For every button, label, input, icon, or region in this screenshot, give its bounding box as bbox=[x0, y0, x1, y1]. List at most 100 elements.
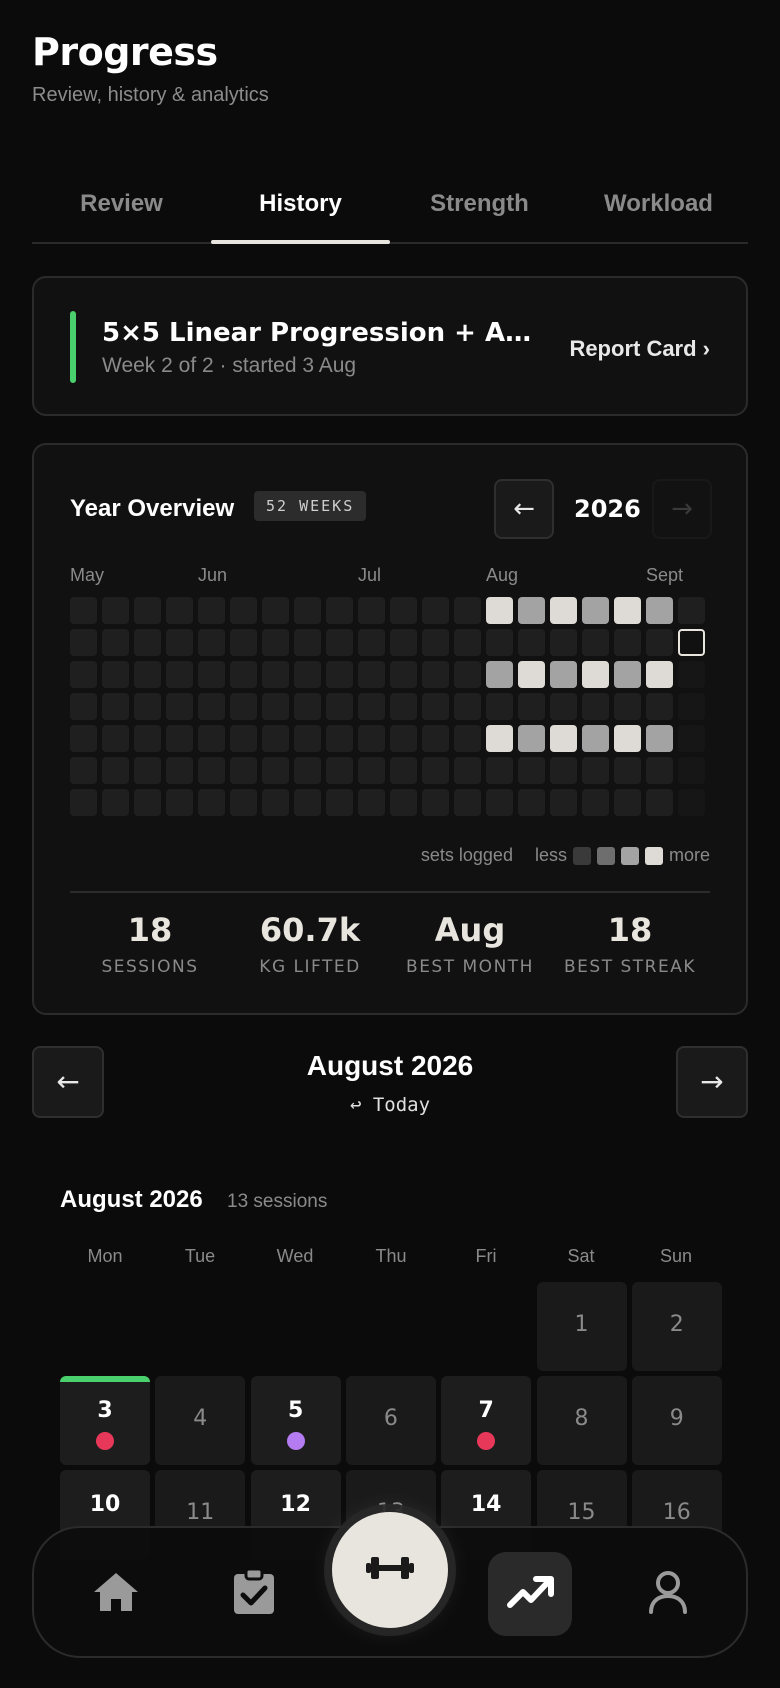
heatmap-cell bbox=[486, 597, 513, 624]
heatmap-cell bbox=[70, 757, 97, 784]
heatmap-cell bbox=[294, 629, 321, 656]
heatmap-cell bbox=[486, 661, 513, 688]
heatmap-cell bbox=[550, 693, 577, 720]
legend-swatch bbox=[572, 846, 591, 865]
heatmap-cell bbox=[582, 693, 609, 720]
report-card-link[interactable]: Report Card › bbox=[569, 336, 710, 362]
heatmap-cell bbox=[390, 597, 417, 624]
heatmap-cell bbox=[70, 629, 97, 656]
heatmap-cell bbox=[326, 693, 353, 720]
year-overview-card: Year Overview 52 WEEKS ← 2026 → May Jun … bbox=[32, 443, 748, 1015]
weekday-label: Wed bbox=[276, 1246, 314, 1266]
heatmap-cell bbox=[198, 789, 225, 816]
weekday-label: Tue bbox=[184, 1246, 216, 1266]
heatmap-cell bbox=[358, 597, 385, 624]
legend-swatch bbox=[620, 846, 639, 865]
tab-history[interactable]: History bbox=[211, 168, 390, 244]
heatmap-cell bbox=[486, 789, 513, 816]
heatmap-cell bbox=[294, 789, 321, 816]
month-label: Aug bbox=[486, 565, 519, 585]
start-workout-button[interactable] bbox=[332, 1512, 448, 1628]
nav-progress[interactable] bbox=[488, 1552, 572, 1636]
heatmap-cell bbox=[134, 757, 161, 784]
heatmap-cell bbox=[134, 629, 161, 656]
heatmap-cell bbox=[550, 629, 577, 656]
heatmap-cell bbox=[422, 597, 449, 624]
weekday-label: Sun bbox=[659, 1246, 693, 1266]
trending-up-icon bbox=[506, 1574, 554, 1614]
next-month-button[interactable]: → bbox=[676, 1046, 748, 1118]
heatmap-cell bbox=[102, 725, 129, 752]
heatmap-cell bbox=[70, 661, 97, 688]
calendar-day[interactable]: 1 bbox=[536, 1282, 627, 1371]
heatmap-cell bbox=[166, 693, 193, 720]
dumbbell-icon bbox=[366, 1554, 414, 1586]
heatmap-cell bbox=[678, 693, 705, 720]
calendar-day[interactable]: 3 bbox=[60, 1376, 150, 1465]
next-year-button[interactable]: → bbox=[652, 479, 712, 539]
heatmap-cell bbox=[230, 789, 257, 816]
legend-less: less bbox=[534, 845, 567, 865]
heatmap-cell bbox=[230, 725, 257, 752]
heatmap-cell bbox=[454, 757, 481, 784]
heatmap-cell bbox=[454, 629, 481, 656]
heatmap-cell bbox=[614, 725, 641, 752]
nav-profile[interactable] bbox=[626, 1552, 710, 1636]
tab-workload[interactable]: Workload bbox=[569, 168, 748, 242]
stat-label: BEST STREAK bbox=[564, 957, 696, 977]
calendar-day[interactable]: 5 bbox=[250, 1376, 341, 1465]
heatmap-cell bbox=[326, 661, 353, 688]
month-label: Jul bbox=[358, 565, 382, 585]
heatmap-cell bbox=[550, 725, 577, 752]
calendar-weekdays: Mon Tue Wed Thu Fri Sat Sun bbox=[60, 1246, 722, 1270]
calendar-day[interactable]: 6 bbox=[345, 1376, 436, 1465]
heatmap-cell bbox=[166, 757, 193, 784]
heatmap-cell bbox=[422, 629, 449, 656]
heatmap-cell-today bbox=[678, 629, 705, 656]
calendar-day[interactable]: 8 bbox=[536, 1376, 627, 1465]
today-button[interactable]: ↩ Today bbox=[0, 1094, 780, 1116]
heatmap-cell bbox=[646, 693, 673, 720]
heatmap-cell bbox=[390, 693, 417, 720]
tab-strength[interactable]: Strength bbox=[390, 168, 569, 242]
heatmap-cell bbox=[262, 597, 289, 624]
heatmap-cell bbox=[166, 661, 193, 688]
stat-value: 18 bbox=[127, 911, 173, 949]
nav-home[interactable] bbox=[74, 1552, 158, 1636]
heatmap-cell bbox=[262, 725, 289, 752]
heatmap-cell bbox=[486, 693, 513, 720]
heatmap-cell bbox=[230, 629, 257, 656]
heatmap-cell bbox=[102, 629, 129, 656]
heatmap-cell bbox=[198, 757, 225, 784]
calendar-day[interactable]: 7 bbox=[441, 1376, 532, 1465]
calendar-day-number: 14 bbox=[470, 1492, 502, 1517]
legend-more: more bbox=[668, 845, 710, 865]
heatmap-cell bbox=[166, 597, 193, 624]
heatmap-cell bbox=[134, 725, 161, 752]
heatmap-cell bbox=[198, 597, 225, 624]
nav-workouts[interactable] bbox=[212, 1552, 296, 1636]
heatmap-cell bbox=[262, 629, 289, 656]
heatmap-cell bbox=[614, 757, 641, 784]
heatmap-cell bbox=[390, 757, 417, 784]
heatmap-cell bbox=[262, 757, 289, 784]
heatmap-cell bbox=[198, 629, 225, 656]
heatmap-cell bbox=[166, 629, 193, 656]
heatmap-cell bbox=[582, 661, 609, 688]
calendar-day[interactable]: 4 bbox=[155, 1376, 246, 1465]
calendar-title: August 2026 bbox=[60, 1186, 203, 1213]
calendar-day-number: 5 bbox=[287, 1398, 304, 1423]
heatmap-cell bbox=[422, 757, 449, 784]
heatmap-cell bbox=[326, 757, 353, 784]
page-header: Progress Review, history & analytics bbox=[32, 30, 269, 107]
tab-review[interactable]: Review bbox=[32, 168, 211, 242]
program-name: 5×5 Linear Progression + Acce... bbox=[102, 318, 532, 348]
heatmap-cell bbox=[582, 757, 609, 784]
heatmap-cell bbox=[422, 661, 449, 688]
previous-year-button[interactable]: ← bbox=[494, 479, 554, 539]
calendar-day[interactable]: 2 bbox=[631, 1282, 722, 1371]
heatmap-cell bbox=[518, 661, 545, 688]
program-card[interactable]: 5×5 Linear Progression + Acce... Week 2 … bbox=[32, 276, 748, 416]
heatmap-cell bbox=[262, 693, 289, 720]
calendar-day[interactable]: 9 bbox=[631, 1376, 722, 1465]
